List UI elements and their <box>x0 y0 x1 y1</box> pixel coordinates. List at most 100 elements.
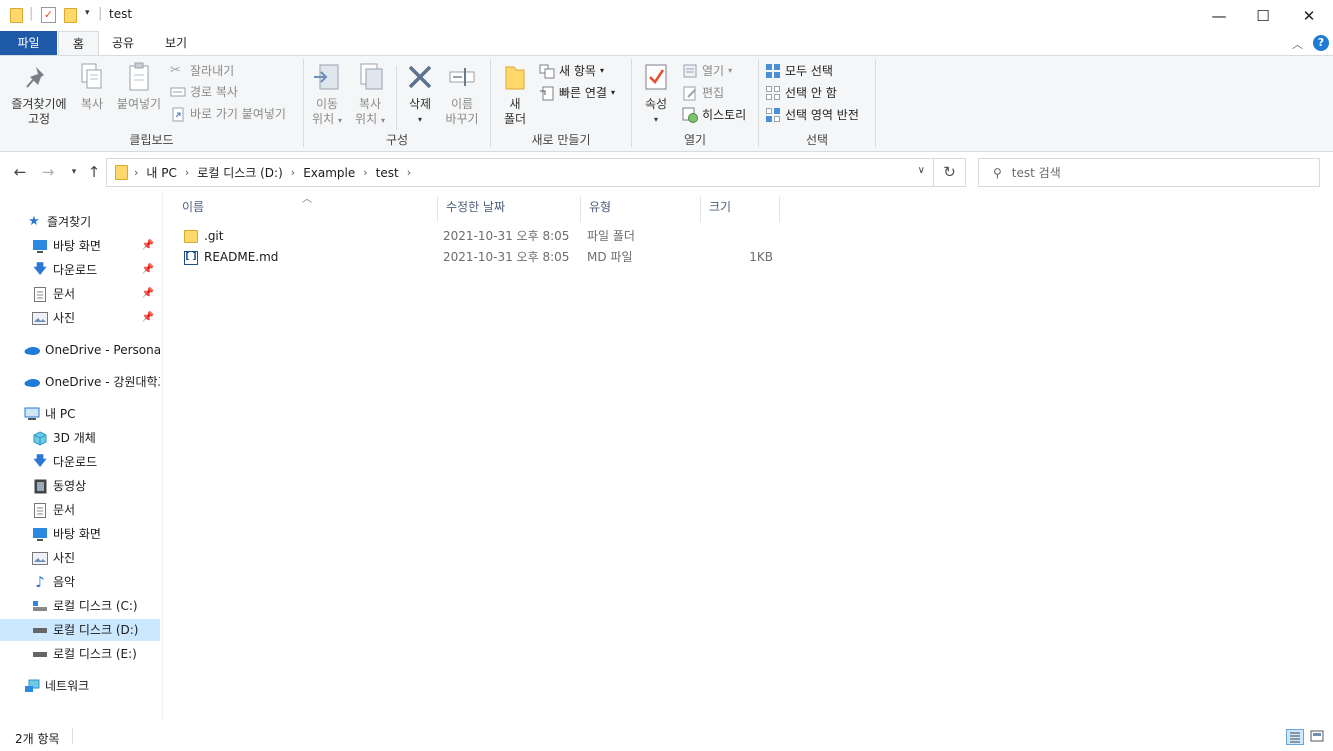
nav-pc-pictures-label: 사진 <box>53 551 76 565</box>
copy-path-button[interactable]: 경로 복사 <box>170 82 238 102</box>
open-button[interactable]: 열기 ▾ <box>682 61 732 81</box>
file-list: ︿ 이름 수정한 날짜 유형 크기 .git 2021-10-31 오후 8:0… <box>164 192 1333 722</box>
properties-button[interactable]: 속성 ▾ <box>639 61 673 127</box>
rename-button[interactable]: 이름 바꾸기 <box>442 61 482 127</box>
nav-qa-desktop-label: 바탕 화면 <box>53 239 101 253</box>
tab-view[interactable]: 보기 <box>151 31 201 55</box>
organize-group-label: 구성 <box>385 133 409 147</box>
nav-pc-music-label: 음악 <box>53 575 76 589</box>
nav-qa-pictures[interactable]: 사진 📌 <box>32 307 160 329</box>
nav-pc-3d-objects[interactable]: 3D 개체 <box>32 427 160 449</box>
minimize-button[interactable]: — <box>1196 0 1242 31</box>
nav-pc-music[interactable]: ♪ 음악 <box>32 571 160 593</box>
edit-icon <box>682 85 698 101</box>
breadcrumb-this-pc[interactable]: 내 PC <box>146 164 176 181</box>
select-none-icon <box>765 85 781 101</box>
address-bar[interactable]: › 내 PC › 로컬 디스크 (D:) › Example › test › … <box>106 158 934 187</box>
nav-onedrive-org[interactable]: OneDrive - 강원대학교 <box>24 371 160 393</box>
file-row-git[interactable]: .git 2021-10-31 오후 8:05 파일 폴더 <box>178 226 778 247</box>
collapse-ribbon-icon[interactable]: ︿ <box>1292 36 1303 52</box>
qat-customize-icon[interactable]: ▾ <box>85 8 90 18</box>
help-icon[interactable]: ? <box>1313 35 1329 51</box>
nav-this-pc[interactable]: 내 PC <box>24 403 160 425</box>
delete-icon <box>405 61 435 93</box>
nav-quick-access[interactable]: ★ 즐겨찾기 <box>26 211 160 233</box>
cut-button[interactable]: ✂ 잘라내기 <box>170 61 234 81</box>
details-view-icon[interactable] <box>1286 729 1304 745</box>
breadcrumb-local-disk-d[interactable]: 로컬 디스크 (D:) <box>197 164 282 181</box>
nav-pc-pictures[interactable]: 사진 <box>32 547 160 569</box>
nav-pc-videos-label: 동영상 <box>53 479 87 493</box>
column-header-date[interactable]: 수정한 날짜 <box>438 196 581 222</box>
recent-locations-icon[interactable]: ▾ <box>64 162 84 182</box>
copy-to-button[interactable]: 복사 위치 ▾ <box>351 61 389 128</box>
nav-pc-documents[interactable]: 문서 <box>32 499 160 521</box>
up-arrow-icon[interactable]: ↑ <box>84 162 104 182</box>
download-icon: 🡇 <box>33 454 47 469</box>
nav-pc-local-disk-c[interactable]: 로컬 디스크 (C:) <box>32 595 160 617</box>
large-icons-view-icon[interactable] <box>1309 729 1327 745</box>
copy-button[interactable]: 복사 <box>75 61 109 112</box>
item-count: 2개 항목 <box>15 732 60 746</box>
nav-pc-downloads[interactable]: 🡇 다운로드 <box>32 451 160 473</box>
desktop-icon <box>32 238 48 254</box>
column-header-name[interactable]: 이름 <box>174 196 438 222</box>
maximize-button[interactable]: ☐ <box>1240 0 1286 31</box>
pictures-icon <box>32 550 48 566</box>
nav-network[interactable]: 네트워크 <box>24 675 160 697</box>
scissors-icon: ✂ <box>170 63 181 78</box>
address-dropdown-icon[interactable]: ∨ <box>918 165 925 176</box>
new-item-button[interactable]: 새 항목 ▾ <box>539 61 604 81</box>
rename-icon <box>447 61 477 93</box>
breadcrumb-chevron-icon[interactable]: › <box>185 166 189 179</box>
tab-file[interactable]: 파일 <box>0 31 57 55</box>
breadcrumb-chevron-icon[interactable]: › <box>363 166 367 179</box>
nav-qa-downloads[interactable]: 🡇 다운로드 📌 <box>32 259 160 281</box>
easy-access-button[interactable]: 빠른 연결 ▾ <box>539 83 615 103</box>
nav-pc-desktop[interactable]: 바탕 화면 <box>32 523 160 545</box>
breadcrumb-test[interactable]: test <box>376 166 399 180</box>
invert-selection-button[interactable]: 선택 영역 반전 <box>765 105 859 125</box>
paste-label: 붙여넣기 <box>116 97 162 111</box>
breadcrumb-chevron-icon[interactable]: › <box>134 166 138 179</box>
paste-shortcut-button[interactable]: 바로 가기 붙여넣기 <box>170 104 286 124</box>
nav-onedrive-personal-label: OneDrive - Personal <box>45 343 160 357</box>
forward-arrow-icon[interactable]: → <box>38 162 58 182</box>
history-button[interactable]: 히스토리 <box>682 105 746 125</box>
nav-onedrive-personal[interactable]: OneDrive - Personal <box>24 339 160 361</box>
breadcrumb-example[interactable]: Example <box>303 166 355 180</box>
new-folder-button[interactable]: 새 폴더 <box>497 61 533 127</box>
search-input[interactable]: ⚲ test 검색 <box>978 158 1320 187</box>
tab-share[interactable]: 공유 <box>98 31 148 55</box>
select-group-label: 선택 <box>805 133 829 147</box>
nav-pc-local-disk-e[interactable]: 로컬 디스크 (E:) <box>32 643 160 665</box>
move-to-button[interactable]: 이동 위치 ▾ <box>308 61 346 128</box>
back-arrow-icon[interactable]: ← <box>10 162 30 182</box>
new-folder-qat-icon[interactable] <box>64 8 77 23</box>
column-header-size[interactable]: 크기 <box>701 196 780 222</box>
nav-qa-documents[interactable]: 문서 📌 <box>32 283 160 305</box>
select-none-button[interactable]: 선택 안 함 <box>765 83 837 103</box>
file-row-readme[interactable]: [ ] README.md 2021-10-31 오후 8:05 MD 파일 1… <box>178 247 778 268</box>
select-all-button[interactable]: 모두 선택 <box>765 61 833 81</box>
move-label-1: 이동 <box>315 97 339 111</box>
column-header-type[interactable]: 유형 <box>581 196 701 222</box>
paste-button[interactable]: 붙여넣기 <box>114 61 164 112</box>
breadcrumb-chevron-icon[interactable]: › <box>291 166 295 179</box>
delete-button[interactable]: 삭제 ▾ <box>403 61 437 127</box>
tab-home[interactable]: 홈 <box>58 31 100 56</box>
title-separator: | <box>98 6 103 21</box>
pin-to-quick-access-button[interactable]: 즐겨찾기에 고정 <box>6 61 72 127</box>
nav-pc-local-disk-d[interactable]: 로컬 디스크 (D:) <box>0 619 160 641</box>
nav-qa-desktop[interactable]: 바탕 화면 📌 <box>32 235 160 257</box>
edit-button[interactable]: 편집 <box>682 83 724 103</box>
breadcrumb-chevron-icon[interactable]: › <box>407 166 411 179</box>
rename-label-1: 이름 <box>450 97 474 111</box>
properties-qat-icon[interactable]: ✓ <box>41 7 56 23</box>
desktop-icon <box>32 526 48 542</box>
close-button[interactable]: ✕ <box>1286 0 1332 31</box>
file-name: .git <box>204 229 224 243</box>
nav-pc-videos[interactable]: 동영상 <box>32 475 160 497</box>
pin-label-2: 고정 <box>27 112 51 126</box>
refresh-button[interactable]: ↻ <box>934 158 966 187</box>
